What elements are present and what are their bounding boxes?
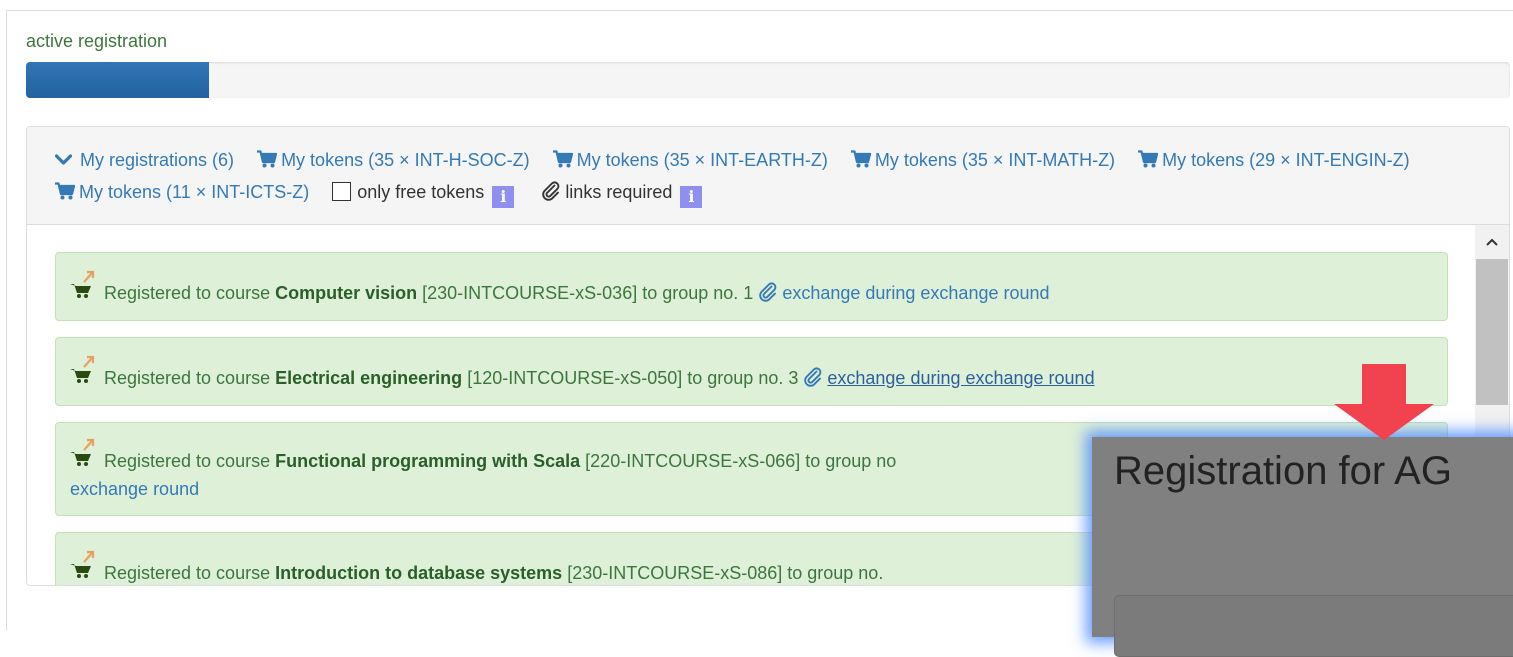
list-item: Registered to course Electrical engineer…	[55, 337, 1448, 406]
tokens-link-icts[interactable]: My tokens (11 × INT-ICTS-Z)	[55, 182, 309, 202]
registration-progress-bar	[26, 62, 1510, 98]
progress-bar-fill	[26, 62, 209, 98]
course-name: Electrical engineering	[275, 368, 463, 388]
chevron-up-icon	[1486, 238, 1498, 246]
paperclip-icon	[759, 282, 777, 302]
exchange-link-hovered[interactable]: exchange during exchange round	[827, 368, 1094, 388]
only-free-tokens-checkbox[interactable]	[332, 182, 352, 201]
exchange-link[interactable]: exchange during exchange round	[782, 283, 1049, 303]
tokens-link-label: My tokens (11 × INT-ICTS-Z)	[79, 182, 310, 202]
registration-dialog: Registration for AG	[1092, 437, 1513, 657]
tokens-link-label: My tokens (29 × INT-ENGIN-Z)	[1162, 150, 1410, 170]
registration-prefix: Registered to course	[104, 451, 271, 471]
paperclip-icon	[542, 181, 560, 201]
registration-prefix: Registered to course	[104, 368, 271, 388]
tokens-link-label: My tokens (35 × INT-MATH-Z)	[874, 150, 1116, 170]
links-required-label: links required	[565, 182, 673, 202]
only-free-tokens-label: only free tokens	[357, 182, 485, 202]
list-item: Registered to course Computer vision [23…	[55, 252, 1448, 321]
section-title: active registration	[26, 31, 168, 51]
links-required-filter: links required	[541, 181, 673, 202]
course-code: [220-INTCOURSE-xS-066] to group no	[585, 451, 897, 471]
shopping-cart-icon	[850, 150, 871, 168]
registration-prefix: Registered to course	[104, 563, 271, 583]
course-name: Functional programming with Scala	[275, 451, 581, 471]
dialog-title: Registration for AG	[1114, 449, 1452, 493]
cart-exchange-icon	[70, 550, 96, 583]
cart-exchange-icon	[70, 270, 96, 303]
cart-exchange-icon	[70, 438, 96, 471]
paperclip-icon	[804, 367, 822, 387]
course-code: [230-INTCOURSE-xS-036] to group no. 1	[422, 283, 754, 303]
shopping-cart-icon	[1138, 150, 1159, 168]
info-icon[interactable]: i	[492, 186, 515, 208]
registration-prefix: Registered to course	[104, 283, 271, 303]
course-name: Introduction to database systems	[275, 563, 563, 583]
course-code: [230-INTCOURSE-xS-086] to group no.	[567, 563, 884, 583]
tokens-link-earth[interactable]: My tokens (35 × INT-EARTH-Z)	[552, 150, 828, 170]
course-name: Computer vision	[275, 283, 418, 303]
tokens-link-math[interactable]: My tokens (35 × INT-MATH-Z)	[850, 150, 1116, 170]
tokens-link-soc[interactable]: My tokens (35 × INT-H-SOC-Z)	[257, 150, 530, 170]
chevron-down-icon	[55, 154, 72, 165]
cart-exchange-icon	[70, 355, 96, 388]
shopping-cart-icon	[257, 150, 278, 168]
info-icon[interactable]: i	[680, 186, 703, 208]
panel-heading: My registrations (6) My tokens (35 × INT…	[27, 127, 1509, 225]
my-registrations-toggle[interactable]: My registrations (6)	[55, 150, 234, 170]
shopping-cart-icon	[55, 182, 75, 200]
my-registrations-label: My registrations (6)	[80, 150, 235, 170]
scroll-thumb[interactable]	[1476, 259, 1508, 405]
scroll-up-button[interactable]	[1475, 229, 1509, 255]
course-code: [120-INTCOURSE-xS-050] to group no. 3	[467, 368, 799, 388]
tokens-link-label: My tokens (35 × INT-EARTH-Z)	[576, 150, 828, 170]
shopping-cart-icon	[552, 150, 573, 168]
tokens-link-label: My tokens (35 × INT-H-SOC-Z)	[281, 150, 530, 170]
tokens-link-engin[interactable]: My tokens (29 × INT-ENGIN-Z)	[1138, 150, 1410, 170]
red-arrow-icon	[1334, 364, 1434, 440]
dialog-content-box	[1114, 595, 1513, 657]
exchange-link[interactable]: exchange round	[70, 479, 199, 499]
only-free-tokens-filter: only free tokens	[332, 182, 484, 202]
